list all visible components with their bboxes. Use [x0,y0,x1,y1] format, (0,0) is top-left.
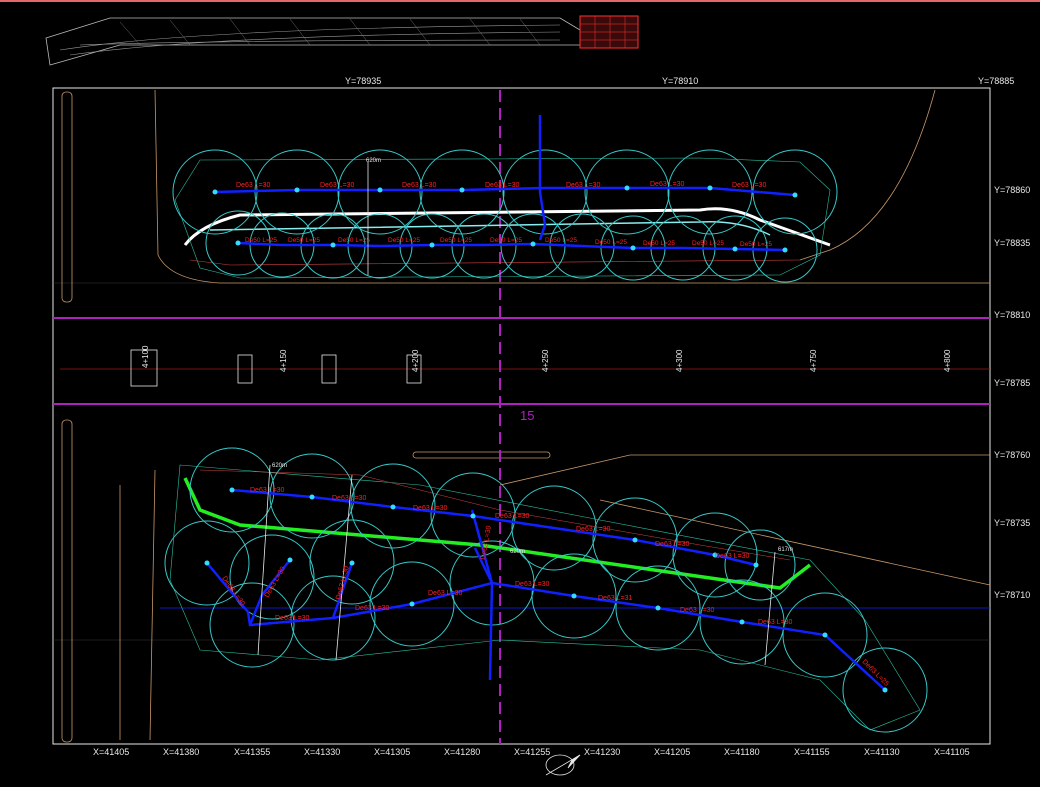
cad-drawing-canvas: De63 L=30 De63 L=30 De63 L=30 De63 L=30 … [45,15,991,776]
pipe-label: De63 L=30 [402,182,437,189]
pipe-label: De63 L=30 [413,505,448,512]
pipe-label: De63 L=30 [515,581,550,588]
top-y-label: Y=78885 [978,76,1015,86]
right-y-label: Y=78760 [994,450,1031,460]
pipe-label: De63 L=30 [485,182,520,189]
overview-minimap[interactable] [45,15,639,66]
road-section-lines [53,317,990,609]
pipe-label: De63 L=30 [250,487,285,494]
pipe-label: De63 L=30 [732,182,767,189]
pipe-label: De63 L=30 [495,513,530,520]
pipe-label: De63 L=30 [480,525,493,560]
pipe-label: De63 L=30 [576,526,611,533]
bottom-x-label: X=41230 [584,747,621,757]
pipe-label: De63 L=30 [332,495,367,502]
pipe-label: De63 L=30 [680,607,715,614]
pipe-label: De63 L=30 [566,182,601,189]
pipe-label: De63 L=30 [220,575,246,607]
pipe-label: De63 L=30 [355,605,390,612]
lower-pipes [206,488,886,691]
station-label: 4+200 [411,349,420,372]
bottom-x-label: X=41180 [724,747,760,757]
bottom-x-label: X=41155 [794,747,830,757]
pipe-label: De50 L=25 [245,237,277,244]
bottom-x-label: X=41205 [654,747,691,757]
pipe-label: De63 L=31 [598,595,633,602]
bottom-x-label: X=41130 [864,747,900,757]
upper-pond-outline [174,157,831,279]
pipe-label: De63 L=30 [715,553,750,560]
right-y-label: Y=78735 [994,518,1031,528]
bottom-x-label: X=41355 [234,747,271,757]
right-y-label: Y=78835 [994,238,1031,248]
pipe-label: De63 L=30 [650,181,685,188]
bottom-x-label: X=41330 [304,747,341,757]
lower-pond-outline [169,464,921,731]
pipe-label: De63 L=30 [335,565,351,600]
pipe-label: De63 L=30 [758,619,793,626]
upper-lower-pipe-labels: De50 L=25 De50 L=25 De50 L=25 De50 L=25 … [245,237,772,248]
pipe-label: De50 L=25 [643,240,675,247]
right-y-label: Y=78710 [994,590,1031,600]
pipe-label: De50 L=25 [440,237,472,244]
pipe-label: De50 L=25 [288,237,320,244]
bottom-x-label: X=41305 [374,747,411,757]
pipe-label: De63 L=30 [236,182,271,189]
pipe-label: De63 L=30 [275,615,310,622]
dim-label: 620m [272,463,287,469]
right-y-label: Y=78785 [994,378,1031,388]
bottom-x-label: X=41405 [93,747,130,757]
station-label: 4+750 [809,349,818,372]
dim-label: 620m [510,549,525,555]
bottom-x-label: X=41255 [514,747,551,757]
pipe-label: De63 L=30 [264,566,287,599]
station-label: 4+250 [541,349,550,372]
station-labels: 4+100 4+150 4+200 4+250 4+300 4+750 4+80… [141,345,952,372]
pipe-label: De63 L=30 [320,182,355,189]
pipe-label: De50 L=25 [490,237,522,244]
bottom-x-label: X=41105 [934,747,970,757]
top-y-label: Y=78910 [662,76,699,86]
pipe-label: De50 L=25 [388,237,420,244]
station-label: 4+800 [943,349,952,372]
station-label: 4+150 [279,349,288,372]
station-label: 4+300 [675,349,684,372]
station-label: 4+100 [141,345,150,368]
top-y-label: Y=78935 [345,76,382,86]
dim-label: 620m [366,158,381,164]
center-number: 15 [520,408,534,423]
pipe-label: De63 L=30 [428,590,463,597]
pipe-label: De50 L=25 [545,237,577,244]
pipe-label: De50 L=25 [692,240,724,247]
station-markers [130,349,422,387]
bottom-x-label: X=41380 [163,747,200,757]
pipe-label: De63 L=30 [655,541,690,548]
dim-label: 617m [778,547,793,553]
pipe-label: De50 L=25 [595,239,627,246]
pipe-label: De50 L=25 [740,241,772,248]
right-y-label: Y=78810 [994,310,1031,320]
right-y-label: Y=78860 [994,185,1031,195]
north-arrow-icon [545,754,581,776]
bottom-x-label: X=41280 [444,747,481,757]
pipe-label: De50 L=25 [338,237,370,244]
